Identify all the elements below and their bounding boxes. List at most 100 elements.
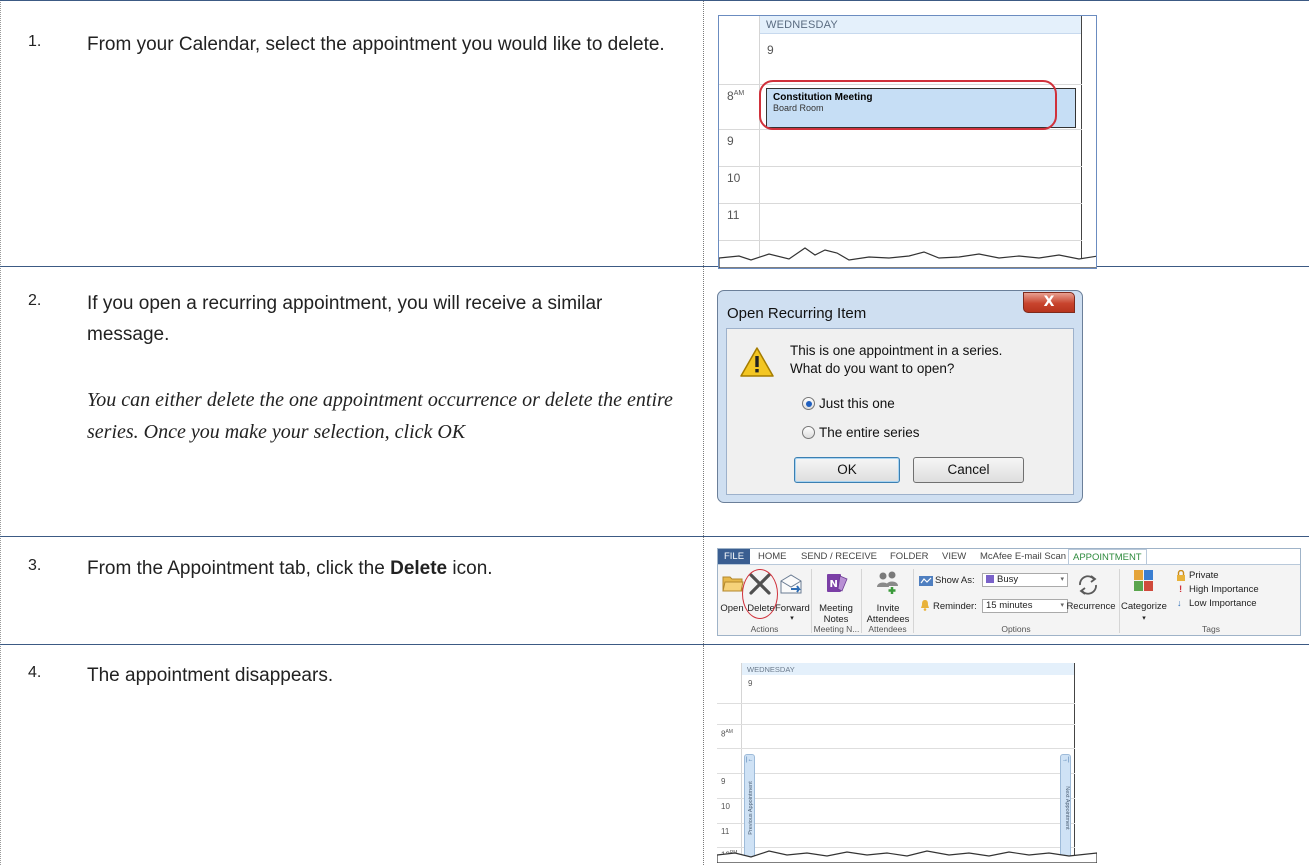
step-number: 4. [28,664,42,681]
cancel-button[interactable]: Cancel [913,457,1024,483]
dialog-message: This is one appointment in a series. Wha… [790,342,1002,378]
instruction-table: 1. From your Calendar, select the appoin… [0,0,1309,865]
time-gutter-line [759,16,760,268]
chevron-down-icon: ▾ [1060,576,1064,583]
tab-mcafee[interactable]: McAfee E-mail Scan [980,551,1066,562]
day-header: WEDNESDAY [742,663,1075,675]
low-importance-label[interactable]: Low Importance [1189,598,1257,609]
hour-label: 11 [727,208,740,222]
hour-line [717,724,1075,725]
private-label[interactable]: Private [1189,570,1219,581]
hour-line [717,703,1075,704]
step-text-bold: Delete [390,558,448,579]
reminder-dropdown[interactable]: 15 minutes ▾ [982,599,1068,613]
calendar-screenshot-before: WEDNESDAY 9 8AM 9 10 11 Constitution Mee… [718,15,1097,269]
recurrence-icon[interactable] [1076,573,1100,597]
torn-edge [717,850,1097,863]
show-as-label: Show As: [935,575,975,586]
hour-line [717,798,1075,799]
step-text: The appointment disappears. [87,665,334,686]
forward-envelope-icon[interactable] [779,573,803,597]
step-row-1: 1. From your Calendar, select the appoin… [0,0,1309,267]
svg-text:N: N [830,579,838,590]
forward-dropdown-icon[interactable]: ▾ [783,613,801,624]
radio-unselected-icon[interactable] [802,426,815,439]
open-label: Open [720,603,744,614]
dialog-body: This is one appointment in a series. Wha… [726,328,1074,495]
categorize-label: Categorize [1121,601,1167,612]
group-label-tags: Tags [1202,624,1220,634]
warning-icon [740,347,774,377]
step-row-2: 2. If you open a recurring appointment, … [0,267,1309,537]
message-line: This is one appointment in a series. [790,343,1003,358]
chevron-down-icon: ▾ [1060,602,1064,609]
high-importance-label[interactable]: High Importance [1189,584,1259,595]
hour-line [717,823,1075,824]
step-text-end: icon. [447,558,493,579]
hour-line [717,773,1075,774]
step-number: 1. [28,33,42,50]
step-text-start: From the Appointment tab, click the [87,558,391,579]
day-number: 9 [767,43,774,57]
hour-line [719,203,1082,204]
tab-folder[interactable]: FOLDER [890,551,929,562]
hour-label: 8AM [727,89,745,103]
categorize-dropdown-icon[interactable]: ▾ [1134,613,1154,624]
ok-button[interactable]: OK [794,457,900,483]
delete-highlight-ring [742,569,778,619]
group-label-actions: Actions [750,624,779,634]
group-label-attendees: Attendees [868,624,907,634]
hour-label: 9 [727,134,734,148]
show-as-icon [919,576,933,586]
show-as-dropdown[interactable]: Busy ▾ [982,573,1068,587]
day-header: WEDNESDAY [760,16,1082,34]
radio-entire-series[interactable]: The entire series [802,425,920,440]
close-button[interactable]: X [1023,292,1075,313]
hour-label: 8AM [721,729,733,739]
column-divider [703,645,704,865]
tab-view[interactable]: VIEW [942,551,966,562]
radio-label: The entire series [819,425,920,440]
tab-appointment[interactable]: APPOINTMENT [1068,549,1147,565]
day-column-edge [1074,663,1075,863]
low-importance-arrow-icon[interactable]: ↓ [1177,598,1182,609]
invite-attendees-label: Invite Attendees [866,603,910,625]
busy-swatch [986,575,994,583]
day-number: 9 [748,679,753,688]
recurrence-label: Recurrence [1066,601,1116,612]
ribbon-body: Open Delete Forward ▾ N Meeting Notes Inv… [718,564,1300,635]
meeting-notes-label: Meeting Notes [819,603,853,625]
hour-line [717,748,1075,749]
column-divider [703,1,704,266]
tab-home[interactable]: HOME [758,551,787,562]
torn-edge [719,247,1096,268]
invite-attendees-icon[interactable] [875,569,901,595]
step-note: You can either delete the one appointmen… [87,389,673,443]
tab-send-receive[interactable]: SEND / RECEIVE [801,551,877,562]
hour-label: 9 [721,777,726,786]
categorize-icon[interactable] [1134,570,1154,592]
radio-selected-icon[interactable] [802,397,815,410]
column-divider [703,537,704,644]
outlook-ribbon: FILE HOME SEND / RECEIVE FOLDER VIEW McA… [717,548,1301,636]
step-text: From the Appointment tab, click the Dele… [87,553,687,584]
tab-file[interactable]: FILE [718,549,750,564]
onenote-icon[interactable]: N [825,571,849,595]
reminder-label: Reminder: [933,601,977,612]
reminder-bell-icon [921,600,929,611]
group-label-options: Options [1001,624,1031,634]
open-recurring-item-dialog: Open Recurring Item X This is one appoin… [717,290,1083,503]
hour-line [719,166,1082,167]
message-line: What do you want to open? [790,361,955,376]
day-column-edge [1081,16,1082,268]
step-text: If you open a recurring appointment, you… [87,293,603,345]
radio-label: Just this one [819,396,895,411]
private-lock-icon[interactable] [1176,570,1186,581]
high-importance-icon[interactable]: ! [1179,584,1182,595]
step-number: 2. [28,292,42,309]
step-number: 3. [28,557,42,574]
folder-open-icon[interactable] [722,573,744,593]
radio-just-this-one[interactable]: Just this one [802,396,895,411]
hour-label: 10 [721,802,730,811]
hour-label: 10 [727,171,741,185]
